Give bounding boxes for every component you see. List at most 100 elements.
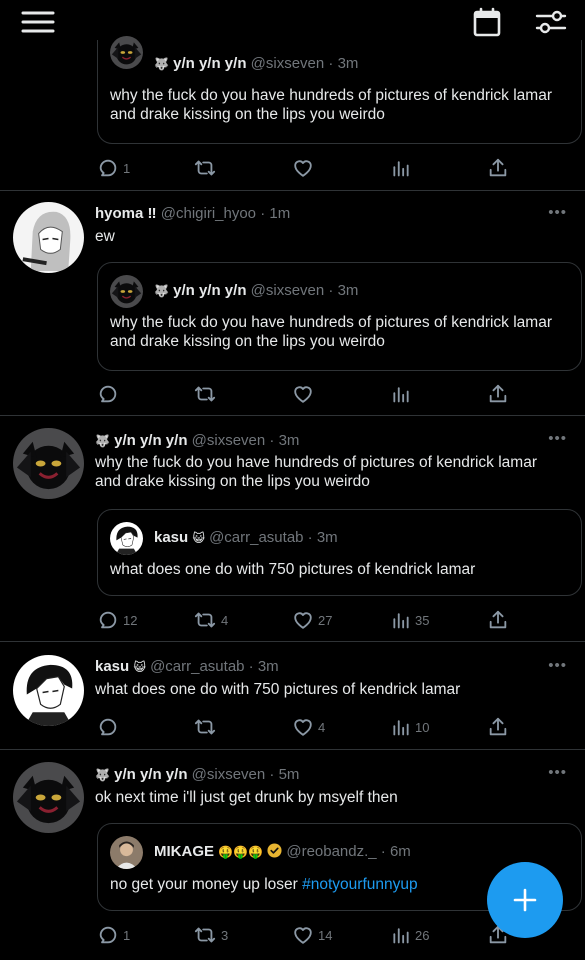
plus-icon [513,888,537,912]
quoted-tweet-body: no get your money up loser [110,876,303,893]
like-count: 4 [318,719,326,735]
share-button[interactable] [487,608,509,632]
tweet[interactable]: kasu 😺 @carr_asutab · 3m ••• what does o… [0,642,585,750]
hashtag-link[interactable]: #notyourfunnyup [302,876,417,893]
top-bar [0,0,585,46]
reply-icon [97,383,119,405]
views-count: 35 [415,612,430,628]
tweet-header: 🐺 y/n y/n y/n @sixseven · 3m [95,431,299,451]
more-options-icon[interactable]: ••• [548,657,567,674]
retweet-count: 3 [221,927,229,943]
emoji: 😺 [192,531,205,545]
tweet-text: ok next time i'll just get drunk by msye… [95,789,398,806]
tweet-header: kasu 😺 @carr_asutab · 3m [95,657,279,677]
compose-button[interactable] [487,862,563,938]
reply-count: 1 [123,927,131,943]
like-button[interactable]: 14 [292,923,332,947]
sliders-icon[interactable] [533,4,569,40]
views-button[interactable] [391,156,415,180]
like-button[interactable] [292,382,318,406]
views-button[interactable]: 26 [391,923,429,947]
reply-button[interactable]: 1 [97,156,130,180]
display-name[interactable]: y/n y/n y/n [173,55,246,72]
retweet-button[interactable]: 4 [193,608,228,632]
handle-time: @carr_asutab · 3m [209,529,338,546]
tweet-text: ew [95,228,115,245]
share-button[interactable] [487,156,509,180]
retweet-icon [193,924,217,946]
reply-count: 12 [123,612,138,628]
quoted-tweet[interactable]: 🐺 y/n y/n y/n @sixseven · 3m why the fuc… [97,262,582,371]
verified-badge-icon [267,843,282,864]
like-count: 14 [318,927,333,943]
share-icon [487,609,509,631]
reply-button[interactable] [97,715,123,739]
share-button[interactable] [487,382,509,406]
avatar[interactable] [13,762,84,833]
avatar[interactable] [110,275,143,308]
display-name[interactable]: kasu [154,529,188,546]
display-name[interactable]: y/n y/n y/n [173,282,246,299]
display-name[interactable]: kasu [95,658,129,675]
retweet-button[interactable]: 3 [193,923,228,947]
emoji: 😺 [133,660,146,674]
retweet-icon [193,609,217,631]
tweet[interactable]: 🐺 y/n y/n y/n @sixseven · 5m ••• ok next… [0,750,585,960]
quoted-tweet-header: MIKAGE 🤑🤑🤑 @reobandz._ · 6m [154,842,411,864]
avatar[interactable] [13,428,84,499]
handle-time: @carr_asutab · 3m [150,658,279,675]
more-options-icon[interactable]: ••• [548,430,567,447]
tweet[interactable]: 🐺 y/n y/n y/n @sixseven · 3m ••• why the… [0,416,585,642]
more-options-icon[interactable]: ••• [548,204,567,221]
retweet-button[interactable] [193,382,221,406]
views-chart-icon [391,924,411,946]
display-name[interactable]: hyoma ‼ [95,205,157,222]
heart-icon [292,609,314,631]
quoted-tweet[interactable]: kasu 😺 @carr_asutab · 3m what does one d… [97,509,582,596]
views-count: 26 [415,927,430,943]
avatar[interactable] [110,836,143,869]
hamburger-menu-icon[interactable] [20,4,56,40]
tweet-text: why the fuck do you have hundreds of pic… [95,454,537,490]
like-button[interactable] [292,156,318,180]
views-chart-icon [391,383,411,405]
like-button[interactable]: 4 [292,715,325,739]
share-icon [487,157,509,179]
retweet-button[interactable] [193,156,221,180]
like-count: 27 [318,612,333,628]
display-name[interactable]: MIKAGE [154,843,214,860]
more-options-icon[interactable]: ••• [548,764,567,781]
views-chart-icon [391,157,411,179]
heart-icon [292,383,314,405]
calendar-icon[interactable] [469,4,505,40]
retweet-icon [193,157,217,179]
reply-count: 1 [123,160,131,176]
retweet-button[interactable] [193,715,221,739]
share-icon [487,383,509,405]
display-name[interactable]: y/n y/n y/n [114,432,187,449]
tweet-header: hyoma ‼ @chigiri_hyoo · 1m [95,204,290,224]
quoted-tweet-header: 🐺 y/n y/n y/n @sixseven · 3m [154,281,358,301]
handle-time: @sixseven · 3m [250,282,359,299]
reply-button[interactable] [97,382,123,406]
views-button[interactable]: 10 [391,715,429,739]
emoji: 🐺 [95,434,110,448]
views-button[interactable] [391,382,415,406]
avatar[interactable] [13,202,84,273]
tweet-text: what does one do with 750 pictures of ke… [95,681,461,698]
views-chart-icon [391,716,411,738]
tweet[interactable]: hyoma ‼ @chigiri_hyoo · 1m ••• ew 🐺 y/n … [0,191,585,416]
heart-icon [292,716,314,738]
avatar[interactable] [110,522,143,555]
like-button[interactable]: 27 [292,608,332,632]
reply-button[interactable]: 12 [97,608,137,632]
reply-button[interactable]: 1 [97,923,130,947]
heart-icon [292,924,314,946]
tweet-actions: 4 10 [0,715,585,739]
display-name[interactable]: y/n y/n y/n [114,766,187,783]
reply-icon [97,924,119,946]
share-button[interactable] [487,715,509,739]
tweet-actions: 12 4 27 35 [0,608,585,632]
views-button[interactable]: 35 [391,608,429,632]
quoted-tweet[interactable]: 🐺 y/n y/n y/n @sixseven · 3m why the fuc… [97,40,582,144]
